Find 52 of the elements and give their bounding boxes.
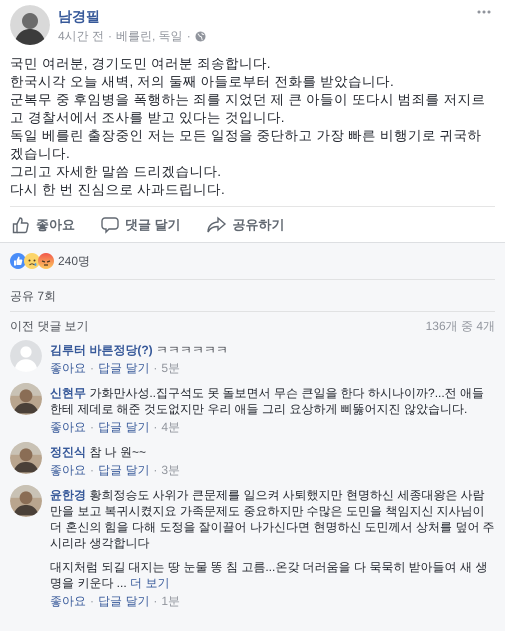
share-count[interactable]: 공유 7회 <box>10 286 56 304</box>
more-options-icon[interactable] <box>477 10 491 14</box>
comment-reply-link[interactable]: 답글 달기 <box>98 462 150 478</box>
separator-dot: · <box>90 593 94 609</box>
separator-dot: · <box>153 419 158 435</box>
post-text: 군복무 중 후임병을 폭행하는 죄를 지었던 제 큰 아들이 또다시 범죄를 저지르고 경찰서에서 조사를 받고 있다는 것입니다. <box>10 91 486 127</box>
avatar-icon <box>10 5 50 45</box>
see-more-link[interactable]: 더 보기 <box>130 576 170 590</box>
commenter-name[interactable]: 윤한경 <box>50 488 86 502</box>
comment-text: 김루터 바른정당(?) ㅋㅋㅋㅋㅋㅋ <box>50 342 229 358</box>
separator-dot: · <box>186 28 191 45</box>
avatar-icon <box>10 340 42 372</box>
post-text: 다시 한 번 진심으로 사과드립니다. <box>10 181 226 199</box>
commenter-name[interactable]: 신현무 <box>50 386 86 400</box>
comment-like-link[interactable]: 좋아요 <box>50 593 86 609</box>
post-text: 독일 베를린 출장중인 저는 모든 일정을 중단하고 가장 빠른 비행기로 귀국하겠습니다. <box>10 127 483 163</box>
comment-reply-link[interactable]: 답글 달기 <box>98 419 150 435</box>
speech-bubble-icon <box>101 216 119 234</box>
globe-icon <box>194 30 206 42</box>
comment-like-link[interactable]: 좋아요 <box>50 419 86 435</box>
comment-text: 대지처럼 되길 대지는 땅 눈물 똥 침 고름...온갖 더러움을 다 묵묵히 받아들여 새 생명을 키운다 ... 더 보기 <box>50 559 488 591</box>
sad-face-icon <box>24 253 40 269</box>
comment-count: 136개 중 4개 <box>426 318 495 335</box>
separator-dot: · <box>108 28 112 45</box>
comment-text: 신현무 가화만사성..집구석도 못 돌보면서 무슨 큰일을 한다 하시나이까?...전 애들한테 제데로 해준 것도없지만 우리 애들 그리 요상하게 삐뚫어지진 않았습니다. <box>50 385 486 417</box>
comment-like-link[interactable]: 좋아요 <box>50 462 86 478</box>
post-text: 한국시각 오늘 새벽, 저의 둘째 아들로부터 전화를 받았습니다. <box>10 73 395 91</box>
commenter-name[interactable]: 김루터 바른정당(?) <box>50 343 153 357</box>
separator-dot: · <box>90 462 94 478</box>
like-button[interactable]: 좋아요 <box>12 214 75 234</box>
comment-reply-link[interactable]: 답글 달기 <box>98 360 150 376</box>
post-text: 그리고 자세한 말씀 드리겠습니다. <box>10 163 222 181</box>
separator-dot: · <box>90 360 94 376</box>
separator-dot: · <box>153 593 158 609</box>
thumbs-up-icon <box>12 216 30 234</box>
comment-button[interactable]: 댓글 달기 <box>101 214 181 234</box>
post-text: 국민 여러분, 경기도민 여러분 죄송합니다. <box>10 55 272 73</box>
reaction-count[interactable]: 240명 <box>58 252 90 270</box>
angry-face-icon <box>38 253 54 269</box>
separator-dot: · <box>153 360 158 376</box>
comment-like-link[interactable]: 좋아요 <box>50 360 86 376</box>
commenter-name[interactable]: 정진식 <box>50 445 86 459</box>
author-name[interactable]: 남경필 <box>58 6 100 27</box>
comment-reply-link[interactable]: 답글 달기 <box>98 593 150 609</box>
comment-text: 정진식 참 나 원~~ <box>50 444 148 460</box>
separator-dot: · <box>90 419 94 435</box>
separator-dot: · <box>153 462 158 478</box>
share-arrow-icon <box>206 216 227 234</box>
comment-text: 윤한경 황희정승도 사위가 큰문제를 일으켜 사퇴했지만 현명하신 세종대왕은 사람만을 보고 복귀시켰지요 가족문제도 중요하지만 수많은 도민을 책임지신 지사님이 더 혼신의 힘을 다해 도정을 잘이끌어 나가신다면 현명하신 도민께서 상처를 덮어 주시리라 생각합니다 <box>50 487 495 551</box>
previous-comments-link[interactable]: 이전 댓글 보기 <box>10 317 89 335</box>
share-button[interactable]: 공유하기 <box>206 214 285 234</box>
like-reaction-icon <box>10 253 26 269</box>
